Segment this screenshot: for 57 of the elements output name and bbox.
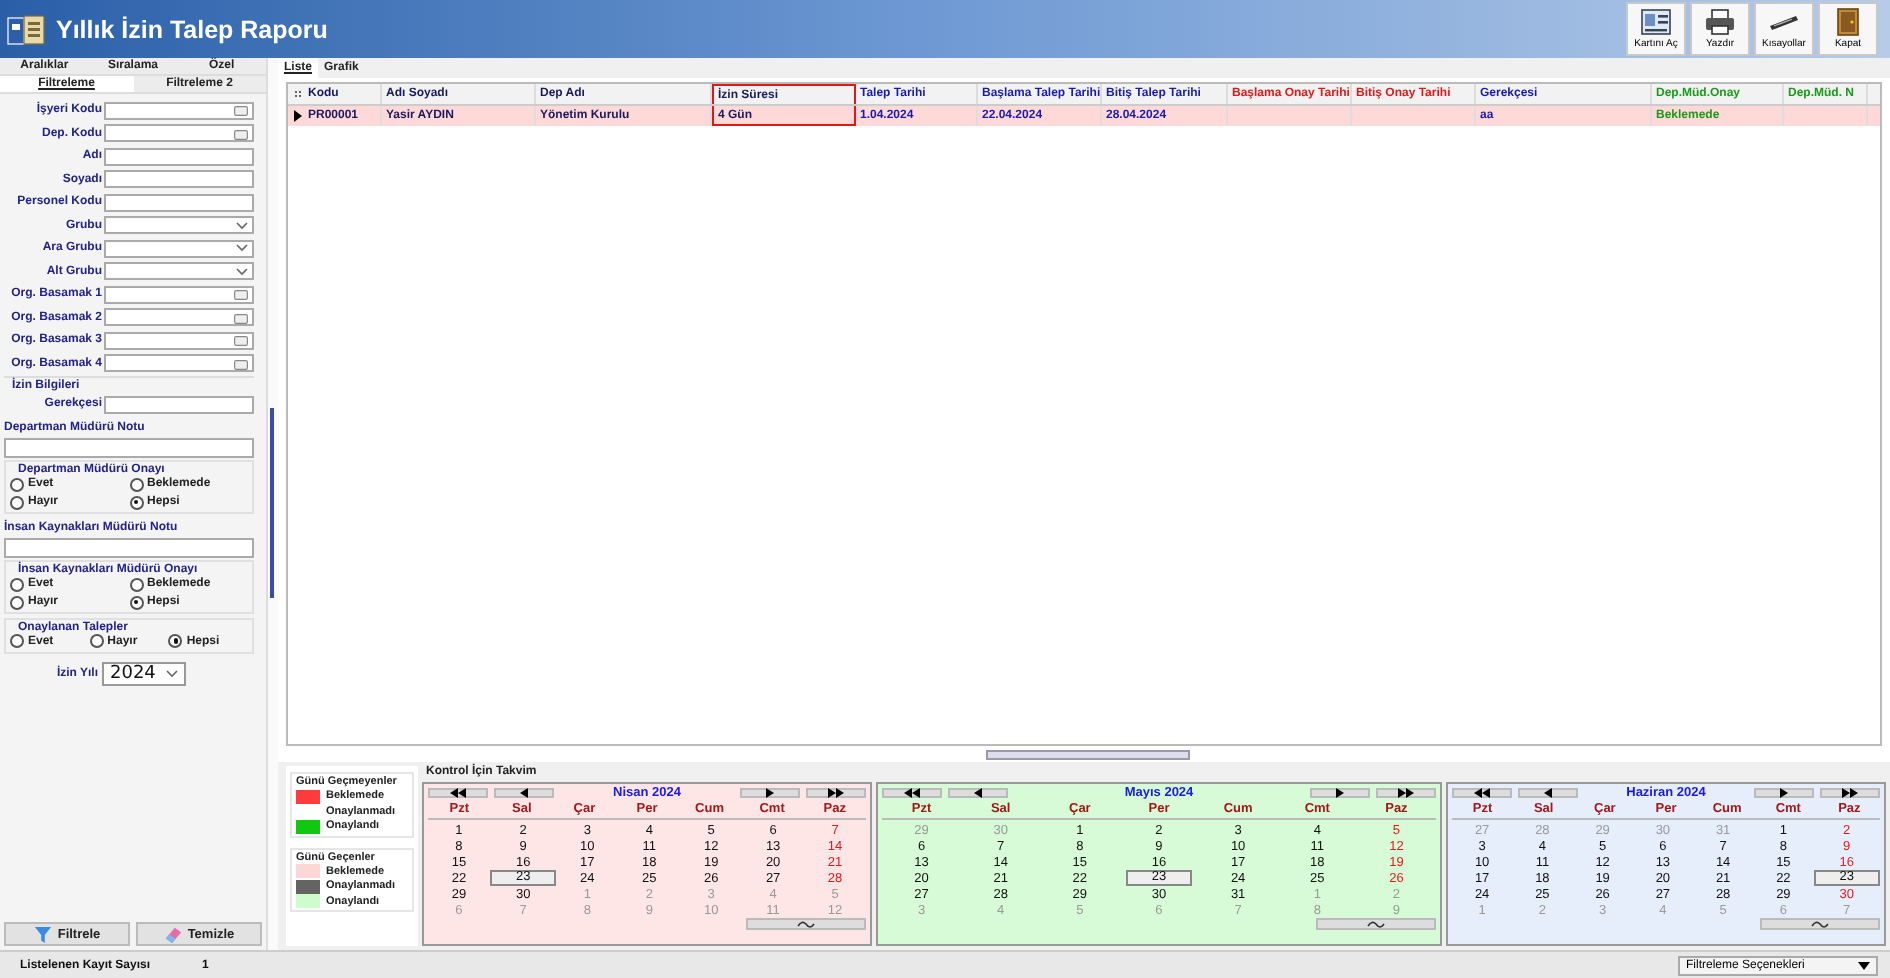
input-field[interactable] [104, 395, 254, 413]
next-button[interactable] [1754, 788, 1814, 798]
previous-button[interactable] [494, 788, 554, 798]
caret-down-icon [1858, 961, 1870, 969]
year-dropdown[interactable]: 2024 [102, 662, 186, 686]
previous-button[interactable] [948, 788, 1008, 798]
lookup-field[interactable] [104, 331, 254, 349]
chevron-down-icon [236, 221, 248, 229]
first-page-button[interactable] [882, 788, 942, 798]
input-field[interactable] [104, 193, 254, 211]
double-left-arrow-icon [1474, 788, 1490, 798]
card-icon [1640, 8, 1672, 36]
input-field[interactable] [4, 437, 254, 457]
double-left-arrow-icon [904, 788, 920, 798]
left-arrow-icon [974, 788, 982, 798]
input-field[interactable] [4, 537, 254, 557]
previous-button[interactable] [1518, 788, 1578, 798]
printer-icon [1704, 8, 1736, 36]
dropdown-field[interactable] [104, 239, 254, 257]
next-button[interactable] [1310, 788, 1370, 798]
filter-icon [33, 925, 52, 943]
window-title: Yıllık İzin Talep Raporu [56, 15, 328, 43]
right-arrow-icon [1780, 788, 1788, 798]
today-button[interactable] [1760, 918, 1880, 930]
left-arrow-icon [520, 788, 528, 798]
door-icon [1832, 8, 1864, 36]
first-page-button[interactable] [1452, 788, 1512, 798]
lookup-field[interactable] [104, 101, 254, 119]
first-page-button[interactable] [428, 788, 488, 798]
chevron-down-icon [236, 267, 248, 275]
input-field[interactable] [104, 170, 254, 188]
last-page-button[interactable] [806, 788, 866, 798]
row-pointer-icon [292, 110, 304, 122]
lookup-field[interactable] [104, 124, 254, 142]
right-arrow-icon [1336, 788, 1344, 798]
input-field[interactable] [104, 147, 254, 165]
dropdown-field[interactable] [104, 216, 254, 234]
chevron-down-icon [236, 244, 248, 252]
left-arrow-icon [1544, 788, 1552, 798]
next-button[interactable] [740, 788, 800, 798]
last-page-button[interactable] [1376, 788, 1436, 798]
today-button[interactable] [746, 918, 866, 930]
dropdown-field[interactable] [104, 262, 254, 280]
lookup-field[interactable] [104, 285, 254, 303]
chevron-down-icon [166, 670, 178, 678]
double-left-arrow-icon [450, 788, 466, 798]
double-right-arrow-icon [828, 788, 844, 798]
double-right-arrow-icon [1842, 788, 1858, 798]
scrollbar[interactable] [266, 58, 278, 950]
app-icon [6, 11, 46, 47]
double-right-arrow-icon [1398, 788, 1414, 798]
lookup-field[interactable] [104, 308, 254, 326]
today-button[interactable] [1316, 918, 1436, 930]
lookup-field[interactable] [104, 354, 254, 372]
eraser-icon [163, 925, 182, 943]
last-page-button[interactable] [1820, 788, 1880, 798]
right-arrow-icon [766, 788, 774, 798]
